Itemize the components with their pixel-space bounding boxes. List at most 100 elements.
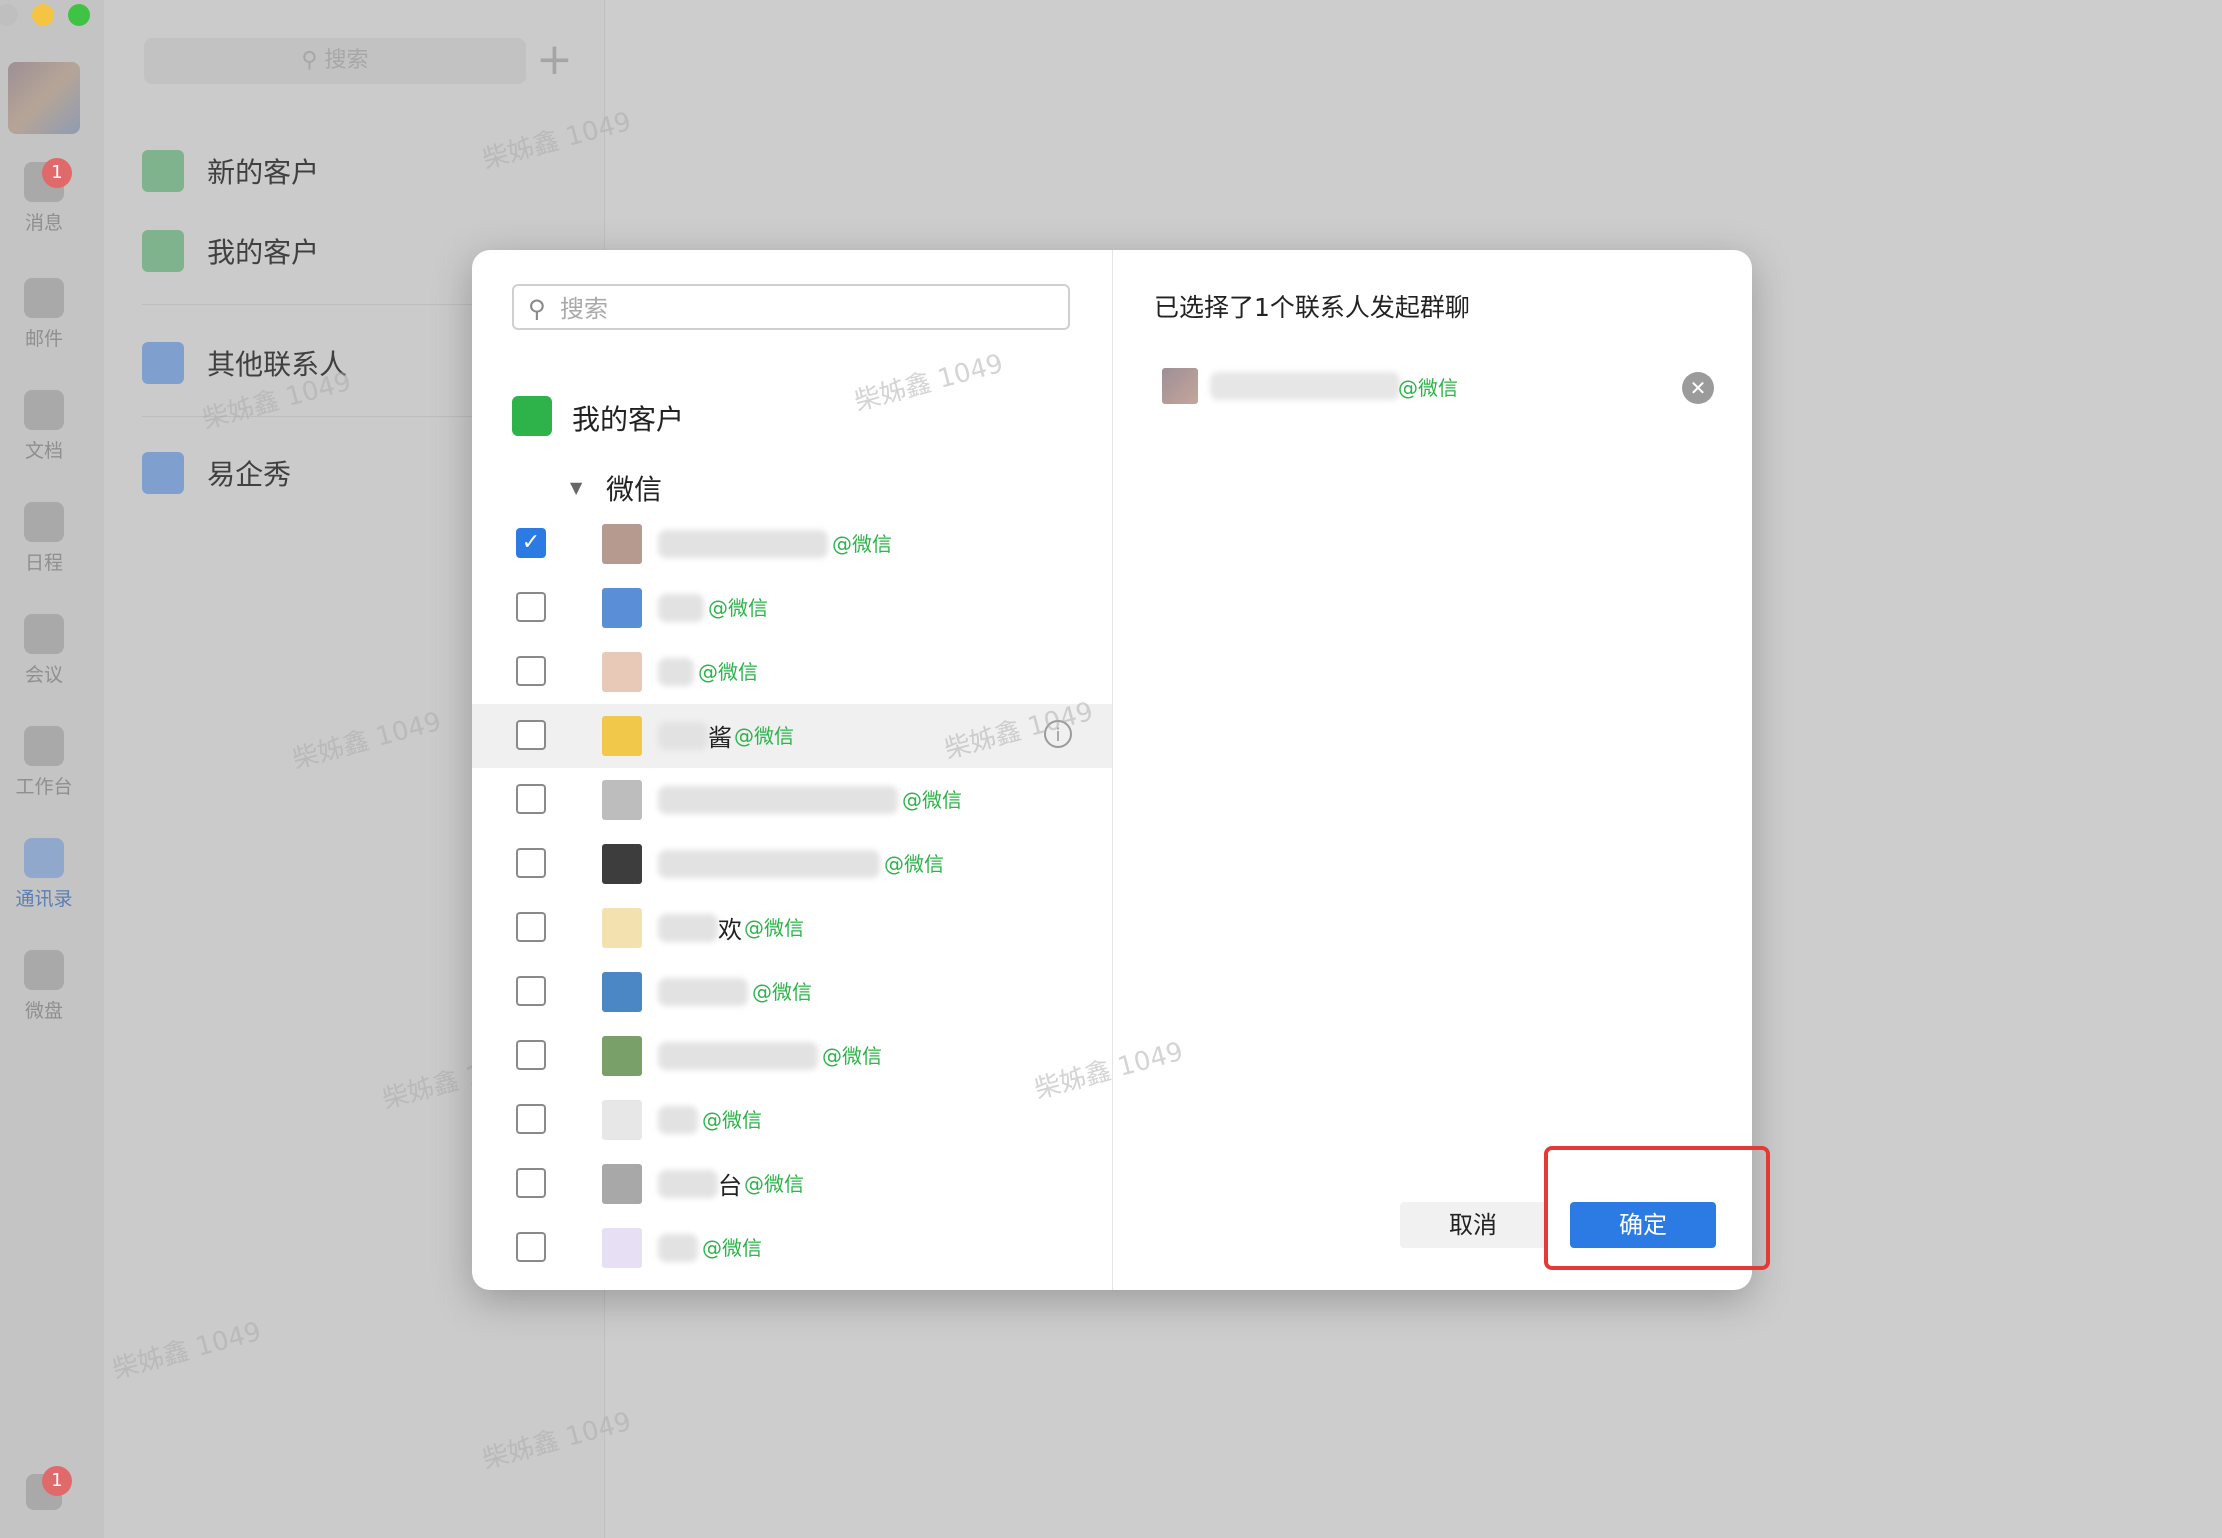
contact-avatar xyxy=(602,908,642,948)
contact-avatar xyxy=(602,524,642,564)
contact-checkbox[interactable] xyxy=(516,1040,546,1070)
apps-icon xyxy=(142,342,184,384)
cancel-button[interactable]: 取消 xyxy=(1400,1202,1546,1248)
contact-checkbox[interactable] xyxy=(516,720,546,750)
wechat-icon xyxy=(142,230,184,272)
rail-item-label: 日程 xyxy=(24,552,63,574)
wechat-tag: @微信 xyxy=(822,1044,882,1068)
nav-item-new-customers[interactable]: 新的客户 xyxy=(142,150,319,194)
rail-item[interactable]: 会议 xyxy=(0,614,88,687)
window-minimize-dot[interactable] xyxy=(32,4,54,26)
contact-row[interactable]: @微信 xyxy=(472,576,1112,640)
contact-row[interactable]: @微信 xyxy=(472,1088,1112,1152)
rail-item-label: 文档 xyxy=(24,440,63,462)
create-group-dialog: ⚲ 搜索 我的客户 ▼ 微信 ✓ @微信 @微信 @微信酱 @微信 i @微信 @微信欢 @微信… xyxy=(472,250,1752,1290)
contact-checkbox[interactable] xyxy=(516,1104,546,1134)
contact-checkbox[interactable] xyxy=(516,784,546,814)
contact-row[interactable]: @微信 xyxy=(472,640,1112,704)
rail-item[interactable]: 消息 1 xyxy=(0,158,88,235)
rail-item-label: 微盘 xyxy=(24,1000,63,1022)
rail-item[interactable]: 文档 xyxy=(0,390,88,463)
contact-avatar xyxy=(602,1164,642,1204)
contact-checkbox[interactable] xyxy=(516,848,546,878)
wechat-tag: @微信 xyxy=(708,596,768,620)
top-search-input[interactable]: ⚲ 搜索 xyxy=(144,38,526,84)
wechat-tag: @微信 xyxy=(902,788,962,812)
message-badge: 1 xyxy=(42,158,72,188)
contact-name xyxy=(658,1106,698,1134)
checkmark-icon: ✓ xyxy=(521,530,541,555)
left-rail: 消息 1 邮件文档日程会议工作台通讯录微盘 1 xyxy=(0,0,104,1538)
rail-item[interactable]: 邮件 xyxy=(0,278,88,351)
contact-name xyxy=(658,722,708,750)
contact-name xyxy=(658,978,748,1006)
rail-item[interactable]: 工作台 xyxy=(0,726,88,799)
contact-row[interactable]: @微信 xyxy=(472,1024,1112,1088)
rail-item[interactable]: 通讯录 xyxy=(0,824,92,920)
contact-name xyxy=(658,1042,818,1070)
contact-checkbox[interactable] xyxy=(516,976,546,1006)
rail-item-label: 会议 xyxy=(24,664,63,686)
contact-avatar xyxy=(602,1100,642,1140)
contact-avatar xyxy=(602,1228,642,1268)
caret-down-icon[interactable]: ▼ xyxy=(570,478,582,497)
wechat-tag: @微信 xyxy=(698,660,758,684)
contact-row[interactable]: ✓ @微信 xyxy=(472,512,1112,576)
profile-avatar[interactable] xyxy=(8,62,80,134)
wechat-tag: @微信 xyxy=(702,1236,762,1260)
selected-contact-name xyxy=(1210,372,1400,400)
contact-checkbox[interactable] xyxy=(516,592,546,622)
contact-checkbox[interactable] xyxy=(516,912,546,942)
rail-item-label: 通讯录 xyxy=(15,888,73,910)
wechat-tag: @微信 xyxy=(832,532,892,556)
contact-avatar xyxy=(602,588,642,628)
contact-checkbox[interactable] xyxy=(516,1168,546,1198)
contact-avatar xyxy=(602,844,642,884)
rail-item-icon xyxy=(24,838,64,878)
contact-name-tail: 酱 xyxy=(708,724,732,752)
wechat-tag: @微信 xyxy=(744,916,804,940)
contact-checkbox[interactable] xyxy=(516,656,546,686)
contact-checkbox[interactable]: ✓ xyxy=(516,528,546,558)
contact-avatar xyxy=(602,1036,642,1076)
nav-item-my-customers[interactable]: 我的客户 xyxy=(142,230,319,274)
contact-name xyxy=(658,914,718,942)
rail-item-icon xyxy=(24,390,64,430)
contact-row[interactable]: 台 @微信 xyxy=(472,1152,1112,1216)
subgroup-label[interactable]: 微信 xyxy=(606,468,662,508)
rail-item-label: 消息 xyxy=(24,212,63,234)
contact-checkbox[interactable] xyxy=(516,1232,546,1262)
contact-name xyxy=(658,1170,718,1198)
folder-icon xyxy=(142,452,184,494)
nav-item-eqxiu[interactable]: 易企秀 xyxy=(142,452,291,496)
contact-row[interactable]: @微信 xyxy=(472,768,1112,832)
rail-item[interactable]: 微盘 xyxy=(0,950,88,1023)
rail-item[interactable]: 日程 xyxy=(0,502,88,575)
nav-item-label: 我的客户 xyxy=(207,236,320,269)
add-icon[interactable]: + xyxy=(536,38,573,82)
search-icon: ⚲ xyxy=(528,295,546,323)
wechat-tag: @微信 xyxy=(744,1172,804,1196)
contact-name xyxy=(658,530,828,558)
group-title: 我的客户 xyxy=(572,403,685,436)
selected-contact-tag: @微信 xyxy=(1398,376,1458,400)
contact-avatar xyxy=(602,652,642,692)
rail-item-icon xyxy=(24,614,64,654)
contact-row[interactable]: 欢 @微信 xyxy=(472,896,1112,960)
dialog-search-placeholder: 搜索 xyxy=(560,295,608,323)
nav-item-label: 新的客户 xyxy=(207,156,320,189)
contact-name xyxy=(658,850,880,878)
search-icon: ⚲ xyxy=(301,48,318,73)
remove-selected-icon[interactable]: ✕ xyxy=(1682,372,1714,404)
window-close-dot[interactable] xyxy=(0,4,18,26)
contact-name xyxy=(658,658,694,686)
contact-row[interactable]: @微信 xyxy=(472,832,1112,896)
dialog-divider xyxy=(1112,250,1113,1290)
contact-avatar xyxy=(602,780,642,820)
contact-avatar xyxy=(602,972,642,1012)
selected-contact-avatar xyxy=(1162,368,1198,404)
contact-row[interactable]: @微信 xyxy=(472,1216,1112,1280)
dialog-search-input[interactable]: ⚲ 搜索 xyxy=(512,284,1070,330)
contact-row[interactable]: @微信 xyxy=(472,960,1112,1024)
window-maximize-dot[interactable] xyxy=(68,4,90,26)
